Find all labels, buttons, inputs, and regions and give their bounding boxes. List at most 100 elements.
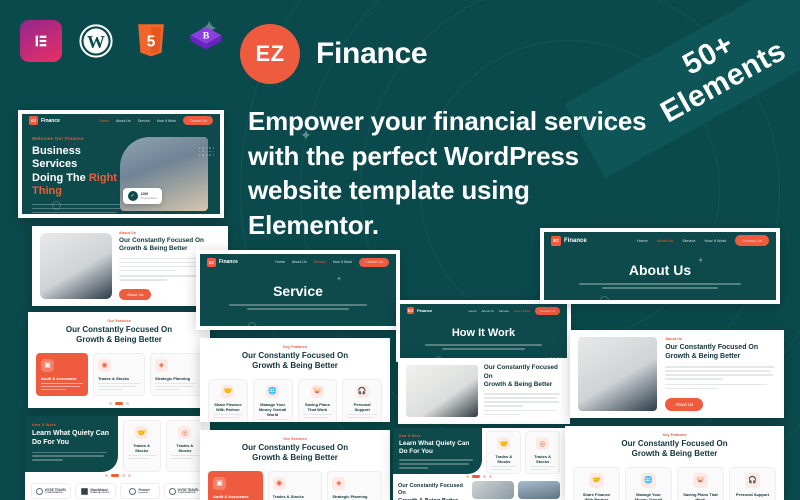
- screenshot-about-section-right[interactable]: About Us Our Constantly Focused On Growt…: [570, 330, 784, 418]
- feature-card-saving[interactable]: 🐷 Saving Plans That Work: [297, 378, 338, 422]
- headset-icon: 🎧: [355, 384, 369, 398]
- screenshot-service-page[interactable]: EZ Finance Home About Us Service How It …: [196, 250, 400, 330]
- nav-item-home[interactable]: Home: [99, 119, 109, 123]
- quiety-alt-card-2[interactable]: ◎ Trades & Stocks: [525, 431, 560, 474]
- quiety-alt-card-label: Trades & Stocks: [495, 454, 513, 464]
- service-card-strategic[interactable]: ◈ Strategic Planning: [327, 470, 383, 500]
- growth-icon: ◉: [98, 358, 111, 372]
- about-laptop-paragraph-2: [483, 409, 562, 416]
- nav-item-home[interactable]: Home: [275, 260, 285, 264]
- partner-logo: Finance Innovation: [119, 483, 160, 499]
- screenshot-services-section-alt[interactable]: Our Services Our Constantly Focused On G…: [200, 430, 390, 500]
- service-card-audit[interactable]: ▣ Audit & Assurance: [36, 352, 88, 397]
- nav-item-home[interactable]: Home: [469, 309, 477, 313]
- services-alt-eyebrow: Our Services: [283, 437, 307, 441]
- feature-card-label: Share Finance With Partner: [214, 401, 242, 412]
- mock-logo: EZ Finance: [407, 307, 432, 314]
- sparkle-icon: ✦: [697, 256, 704, 265]
- nav-item-service[interactable]: Service: [138, 119, 150, 123]
- nav-contact-button[interactable]: Contact Us: [183, 116, 213, 125]
- nav-item-how-it-work[interactable]: How It Work: [333, 260, 353, 264]
- screenshot-quiety-section-alt[interactable]: How It Work Learn What Quiety Can Do For…: [393, 428, 565, 500]
- feature-card-support[interactable]: 🎧 Personal Support: [729, 466, 776, 500]
- feature-card-label: Manage Your Money Overall World: [634, 491, 663, 500]
- feature-card-manage[interactable]: 🌐 Manage Your Money Overall World: [625, 466, 672, 500]
- screenshot-key-features-right[interactable]: Key Features Our Constantly Focused On G…: [565, 426, 784, 500]
- service-card-trades[interactable]: ◉ Trades & Stocks: [93, 352, 145, 397]
- footer-title-line1: Our Constantly Focused On: [398, 483, 463, 497]
- about-button[interactable]: About Us: [119, 289, 152, 301]
- screenshot-about-laptop-section[interactable]: Our Constantly Focused On Growth & Being…: [398, 358, 570, 424]
- nav-contact-button[interactable]: Contact Us: [535, 306, 560, 315]
- partner-logo: WYSE TRAVEL CONFEDERATION: [163, 483, 204, 499]
- handshake-icon: 🤝: [497, 437, 511, 450]
- nav-item-about[interactable]: About Us: [482, 309, 494, 313]
- about-laptop-title-line2: Growth & Being Better: [483, 380, 553, 388]
- quiety-card-1[interactable]: 🤝 Trades & Stocks: [122, 420, 161, 472]
- service-card-audit[interactable]: ▣ Audit & Assurance: [208, 470, 263, 500]
- nav-contact-button[interactable]: Contact Us: [359, 257, 389, 267]
- service-card-label: Trades & Stocks: [98, 375, 130, 381]
- partner-sub: CONFEDERATION: [177, 492, 196, 494]
- mock-logo-mark: EZ: [207, 257, 216, 267]
- service-card-trades[interactable]: ◉ Trades & Stocks: [267, 470, 323, 500]
- key-features-body: Key Features Our Constantly Focused On G…: [200, 338, 390, 422]
- nav-item-service[interactable]: Service: [682, 238, 695, 243]
- feature-card-share[interactable]: 🤝 Share Finance With Partner: [573, 466, 620, 500]
- about-right-body: About Us Our Constantly Focused On Growt…: [570, 330, 784, 418]
- decorative-ring: [248, 322, 256, 326]
- screenshot-key-features-section[interactable]: Key Features Our Constantly Focused On G…: [200, 338, 390, 422]
- chart-icon: ▣: [41, 358, 54, 372]
- partner-sub: FINANCIAL GROUP: [90, 492, 110, 494]
- nav-item-how-it-work[interactable]: How It Work: [704, 238, 726, 243]
- about-right-button[interactable]: About Us: [665, 397, 704, 411]
- screenshot-hero-home[interactable]: EZ Finance Home About Us Service How It …: [18, 110, 224, 218]
- quiety-paragraph: [32, 451, 111, 462]
- nav-item-how-it-work[interactable]: How It Work: [157, 119, 177, 123]
- mock-logo-name: Finance: [564, 237, 587, 244]
- services-alt-title: Our Constantly Focused On Growth & Being…: [208, 443, 382, 464]
- hero-title-line1: Business Services: [32, 145, 81, 171]
- nav-item-how-it-work[interactable]: How It Work: [514, 309, 530, 313]
- piggy-bank-icon: 🐷: [693, 472, 708, 488]
- quiety-card-label: Trades & Stocks: [133, 443, 151, 453]
- quiety-alt-card-1[interactable]: 🤝 Trades & Stocks: [486, 431, 522, 474]
- key-features-tiles: 🤝 Share Finance With Partner 🌐 Manage Yo…: [208, 378, 382, 422]
- projects-done-badge: ✓ 1000 Projects Done: [122, 188, 162, 204]
- target-icon: ◈: [332, 476, 346, 490]
- globe-icon: 🌐: [641, 472, 656, 488]
- feature-card-saving[interactable]: 🐷 Saving Plans That Work: [677, 466, 724, 500]
- about-right-title-line2: Growth & Being Better: [665, 353, 741, 361]
- decorative-ring: [52, 201, 61, 210]
- screenshot-how-it-work-page[interactable]: EZ Finance Home About Us Service How It …: [396, 300, 571, 362]
- mock-navbar: EZ Finance Home About Us Service How It …: [400, 304, 567, 317]
- services-pagination[interactable]: [36, 402, 202, 406]
- quiety-card-2[interactable]: ◎ Trades & Stocks: [165, 420, 204, 472]
- elementor-icon: [20, 20, 62, 62]
- mock-navbar: EZ Finance Home About Us Service How It …: [22, 114, 220, 127]
- service-card-strategic[interactable]: ◈ Strategic Planning: [150, 352, 202, 397]
- nav-item-about[interactable]: About Us: [657, 238, 673, 243]
- screenshot-quiety-section[interactable]: How It Work Learn What Quiety Can Do For…: [25, 416, 210, 500]
- nav-contact-button[interactable]: Contact Us: [735, 235, 769, 246]
- quiety-pagination[interactable]: [25, 474, 210, 477]
- quiety-title-line2: Do For You: [32, 438, 70, 446]
- quiety-body: How It Work Learn What Quiety Can Do For…: [25, 416, 210, 500]
- feature-card-manage[interactable]: 🌐 Manage Your Money Overall World: [252, 378, 293, 422]
- nav-item-service[interactable]: Service: [314, 260, 326, 264]
- screenshot-services-section[interactable]: Our Services Our Constantly Focused On G…: [28, 312, 210, 408]
- feature-card-share[interactable]: 🤝 Share Finance With Partner: [208, 378, 248, 422]
- badge-label: Projects Done: [140, 196, 157, 200]
- nav-item-home[interactable]: Home: [637, 238, 648, 243]
- mock-logo: EZ Finance: [29, 116, 60, 125]
- feature-card-support[interactable]: 🎧 Personal Support: [342, 378, 382, 422]
- mock-menu: Home About Us Service How It Work Contac…: [99, 116, 213, 125]
- about-laptop-paragraph: [483, 393, 562, 407]
- about-right-eyebrow: About Us: [665, 337, 683, 342]
- nav-item-about[interactable]: About Us: [292, 260, 307, 264]
- quiety-alt-title: Learn What Quiety Can Do For You: [399, 440, 476, 456]
- mock-logo: EZ Finance: [551, 235, 587, 246]
- nav-item-service[interactable]: Service: [499, 309, 509, 313]
- screenshot-about-page[interactable]: EZ Finance Home About Us Service How It …: [540, 228, 780, 304]
- nav-item-about[interactable]: About Us: [116, 119, 131, 123]
